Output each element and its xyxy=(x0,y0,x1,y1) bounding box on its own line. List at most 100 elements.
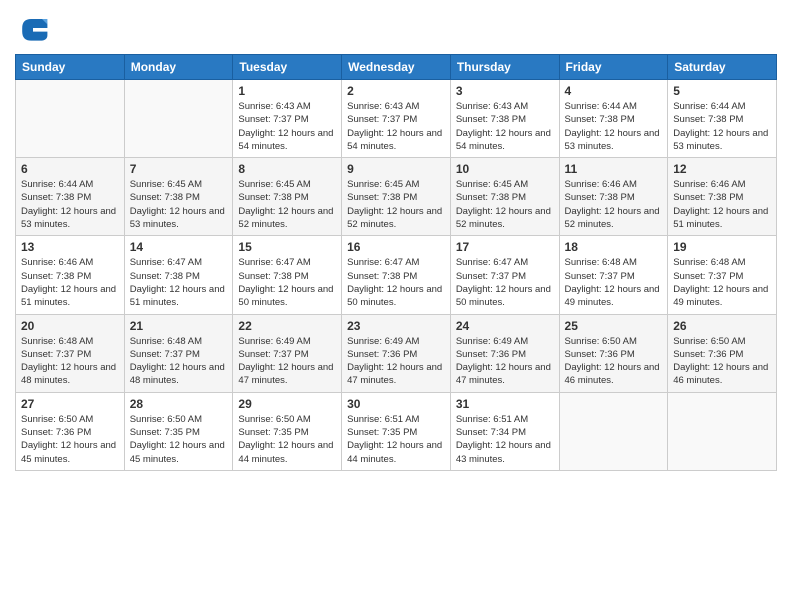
logo xyxy=(15,10,55,46)
day-info: Sunrise: 6:50 AM Sunset: 7:35 PM Dayligh… xyxy=(130,413,228,466)
calendar-week-row: 13Sunrise: 6:46 AM Sunset: 7:38 PM Dayli… xyxy=(16,236,777,314)
calendar-cell: 29 Sunrise: 6:50 AM Sunset: 7:35 PM Dayli… xyxy=(233,392,342,470)
day-number: 7 xyxy=(130,162,228,176)
day-info: Sunrise: 6:45 AM Sunset: 7:38 PM Dayligh… xyxy=(238,178,336,231)
day-info: Sunrise: 6:49 AM Sunset: 7:36 PM Dayligh… xyxy=(456,335,554,388)
calendar-week-row: 20 Sunrise: 6:48 AM Sunset: 7:37 PM Dayli… xyxy=(16,314,777,392)
calendar-cell: 12 Sunrise: 6:46 AM Sunset: 7:38 PM Dayli… xyxy=(668,158,777,236)
calendar-cell: 8 Sunrise: 6:45 AM Sunset: 7:38 PM Daylig… xyxy=(233,158,342,236)
day-number: 6 xyxy=(21,162,119,176)
calendar-cell: 2 Sunrise: 6:43 AM Sunset: 7:37 PM Daylig… xyxy=(342,80,451,158)
calendar-cell: 1 Sunrise: 6:43 AM Sunset: 7:37 PM Daylig… xyxy=(233,80,342,158)
day-info: Sunrise: 6:50 AM Sunset: 7:35 PM Dayligh… xyxy=(238,413,336,466)
calendar-cell: 20 Sunrise: 6:48 AM Sunset: 7:37 PM Dayli… xyxy=(16,314,125,392)
day-number: 29 xyxy=(238,397,336,411)
calendar-cell: 18 Sunrise: 6:48 AM Sunset: 7:37 PM Dayli… xyxy=(559,236,668,314)
day-number: 13 xyxy=(21,240,119,254)
calendar-cell: 6 Sunrise: 6:44 AM Sunset: 7:38 PM Daylig… xyxy=(16,158,125,236)
calendar-cell: 13Sunrise: 6:46 AM Sunset: 7:38 PM Dayli… xyxy=(16,236,125,314)
calendar-header-friday: Friday xyxy=(559,55,668,80)
day-info: Sunrise: 6:48 AM Sunset: 7:37 PM Dayligh… xyxy=(21,335,119,388)
day-info: Sunrise: 6:50 AM Sunset: 7:36 PM Dayligh… xyxy=(673,335,771,388)
calendar-cell: 9 Sunrise: 6:45 AM Sunset: 7:38 PM Daylig… xyxy=(342,158,451,236)
calendar-cell xyxy=(16,80,125,158)
day-number: 1 xyxy=(238,84,336,98)
calendar-cell xyxy=(124,80,233,158)
calendar-cell: 21 Sunrise: 6:48 AM Sunset: 7:37 PM Dayli… xyxy=(124,314,233,392)
calendar-cell xyxy=(668,392,777,470)
calendar-cell: 28 Sunrise: 6:50 AM Sunset: 7:35 PM Dayli… xyxy=(124,392,233,470)
calendar-header-wednesday: Wednesday xyxy=(342,55,451,80)
calendar-cell: 10 Sunrise: 6:45 AM Sunset: 7:38 PM Dayli… xyxy=(450,158,559,236)
calendar-week-row: 6 Sunrise: 6:44 AM Sunset: 7:38 PM Daylig… xyxy=(16,158,777,236)
page: SundayMondayTuesdayWednesdayThursdayFrid… xyxy=(0,0,792,612)
day-info: Sunrise: 6:47 AM Sunset: 7:38 PM Dayligh… xyxy=(130,256,228,309)
calendar-cell: 19Sunrise: 6:48 AM Sunset: 7:37 PM Dayli… xyxy=(668,236,777,314)
day-number: 17 xyxy=(456,240,554,254)
day-info: Sunrise: 6:48 AM Sunset: 7:37 PM Dayligh… xyxy=(565,256,663,309)
day-info: Sunrise: 6:51 AM Sunset: 7:34 PM Dayligh… xyxy=(456,413,554,466)
calendar-cell: 26 Sunrise: 6:50 AM Sunset: 7:36 PM Dayli… xyxy=(668,314,777,392)
calendar-cell: 27Sunrise: 6:50 AM Sunset: 7:36 PM Dayli… xyxy=(16,392,125,470)
calendar-cell: 25Sunrise: 6:50 AM Sunset: 7:36 PM Dayli… xyxy=(559,314,668,392)
calendar-cell: 15Sunrise: 6:47 AM Sunset: 7:38 PM Dayli… xyxy=(233,236,342,314)
calendar-cell: 31 Sunrise: 6:51 AM Sunset: 7:34 PM Dayli… xyxy=(450,392,559,470)
day-info: Sunrise: 6:43 AM Sunset: 7:38 PM Dayligh… xyxy=(456,100,554,153)
header xyxy=(15,10,777,46)
day-number: 31 xyxy=(456,397,554,411)
day-number: 18 xyxy=(565,240,663,254)
calendar-cell: 7 Sunrise: 6:45 AM Sunset: 7:38 PM Daylig… xyxy=(124,158,233,236)
day-info: Sunrise: 6:44 AM Sunset: 7:38 PM Dayligh… xyxy=(21,178,119,231)
day-number: 26 xyxy=(673,319,771,333)
day-info: Sunrise: 6:46 AM Sunset: 7:38 PM Dayligh… xyxy=(673,178,771,231)
day-number: 20 xyxy=(21,319,119,333)
day-number: 9 xyxy=(347,162,445,176)
day-info: Sunrise: 6:45 AM Sunset: 7:38 PM Dayligh… xyxy=(130,178,228,231)
day-info: Sunrise: 6:48 AM Sunset: 7:37 PM Dayligh… xyxy=(130,335,228,388)
day-number: 24 xyxy=(456,319,554,333)
day-info: Sunrise: 6:46 AM Sunset: 7:38 PM Dayligh… xyxy=(565,178,663,231)
calendar-cell: 17 Sunrise: 6:47 AM Sunset: 7:37 PM Dayli… xyxy=(450,236,559,314)
day-info: Sunrise: 6:50 AM Sunset: 7:36 PM Dayligh… xyxy=(21,413,119,466)
calendar-cell xyxy=(559,392,668,470)
day-number: 8 xyxy=(238,162,336,176)
day-info: Sunrise: 6:49 AM Sunset: 7:37 PM Dayligh… xyxy=(238,335,336,388)
day-number: 2 xyxy=(347,84,445,98)
calendar-header-thursday: Thursday xyxy=(450,55,559,80)
calendar-cell: 24 Sunrise: 6:49 AM Sunset: 7:36 PM Dayli… xyxy=(450,314,559,392)
day-info: Sunrise: 6:45 AM Sunset: 7:38 PM Dayligh… xyxy=(456,178,554,231)
calendar-header-monday: Monday xyxy=(124,55,233,80)
calendar-week-row: 1 Sunrise: 6:43 AM Sunset: 7:37 PM Daylig… xyxy=(16,80,777,158)
calendar-header-saturday: Saturday xyxy=(668,55,777,80)
calendar-cell: 16 Sunrise: 6:47 AM Sunset: 7:38 PM Dayli… xyxy=(342,236,451,314)
day-number: 12 xyxy=(673,162,771,176)
calendar-cell: 4Sunrise: 6:44 AM Sunset: 7:38 PM Daylig… xyxy=(559,80,668,158)
day-number: 5 xyxy=(673,84,771,98)
calendar-cell: 30 Sunrise: 6:51 AM Sunset: 7:35 PM Dayli… xyxy=(342,392,451,470)
day-info: Sunrise: 6:51 AM Sunset: 7:35 PM Dayligh… xyxy=(347,413,445,466)
calendar-cell: 3 Sunrise: 6:43 AM Sunset: 7:38 PM Daylig… xyxy=(450,80,559,158)
calendar-table: SundayMondayTuesdayWednesdayThursdayFrid… xyxy=(15,54,777,471)
calendar-cell: 11 Sunrise: 6:46 AM Sunset: 7:38 PM Dayli… xyxy=(559,158,668,236)
calendar-cell: 23Sunrise: 6:49 AM Sunset: 7:36 PM Dayli… xyxy=(342,314,451,392)
day-number: 3 xyxy=(456,84,554,98)
day-info: Sunrise: 6:43 AM Sunset: 7:37 PM Dayligh… xyxy=(347,100,445,153)
day-number: 21 xyxy=(130,319,228,333)
day-number: 23 xyxy=(347,319,445,333)
day-number: 16 xyxy=(347,240,445,254)
day-info: Sunrise: 6:44 AM Sunset: 7:38 PM Dayligh… xyxy=(673,100,771,153)
calendar-cell: 5 Sunrise: 6:44 AM Sunset: 7:38 PM Daylig… xyxy=(668,80,777,158)
calendar-cell: 22Sunrise: 6:49 AM Sunset: 7:37 PM Dayli… xyxy=(233,314,342,392)
day-info: Sunrise: 6:47 AM Sunset: 7:38 PM Dayligh… xyxy=(347,256,445,309)
day-info: Sunrise: 6:50 AM Sunset: 7:36 PM Dayligh… xyxy=(565,335,663,388)
day-number: 19 xyxy=(673,240,771,254)
day-info: Sunrise: 6:44 AM Sunset: 7:38 PM Dayligh… xyxy=(565,100,663,153)
day-number: 30 xyxy=(347,397,445,411)
day-number: 10 xyxy=(456,162,554,176)
day-info: Sunrise: 6:45 AM Sunset: 7:38 PM Dayligh… xyxy=(347,178,445,231)
day-number: 28 xyxy=(130,397,228,411)
day-number: 11 xyxy=(565,162,663,176)
day-number: 15 xyxy=(238,240,336,254)
day-info: Sunrise: 6:43 AM Sunset: 7:37 PM Dayligh… xyxy=(238,100,336,153)
day-info: Sunrise: 6:47 AM Sunset: 7:37 PM Dayligh… xyxy=(456,256,554,309)
